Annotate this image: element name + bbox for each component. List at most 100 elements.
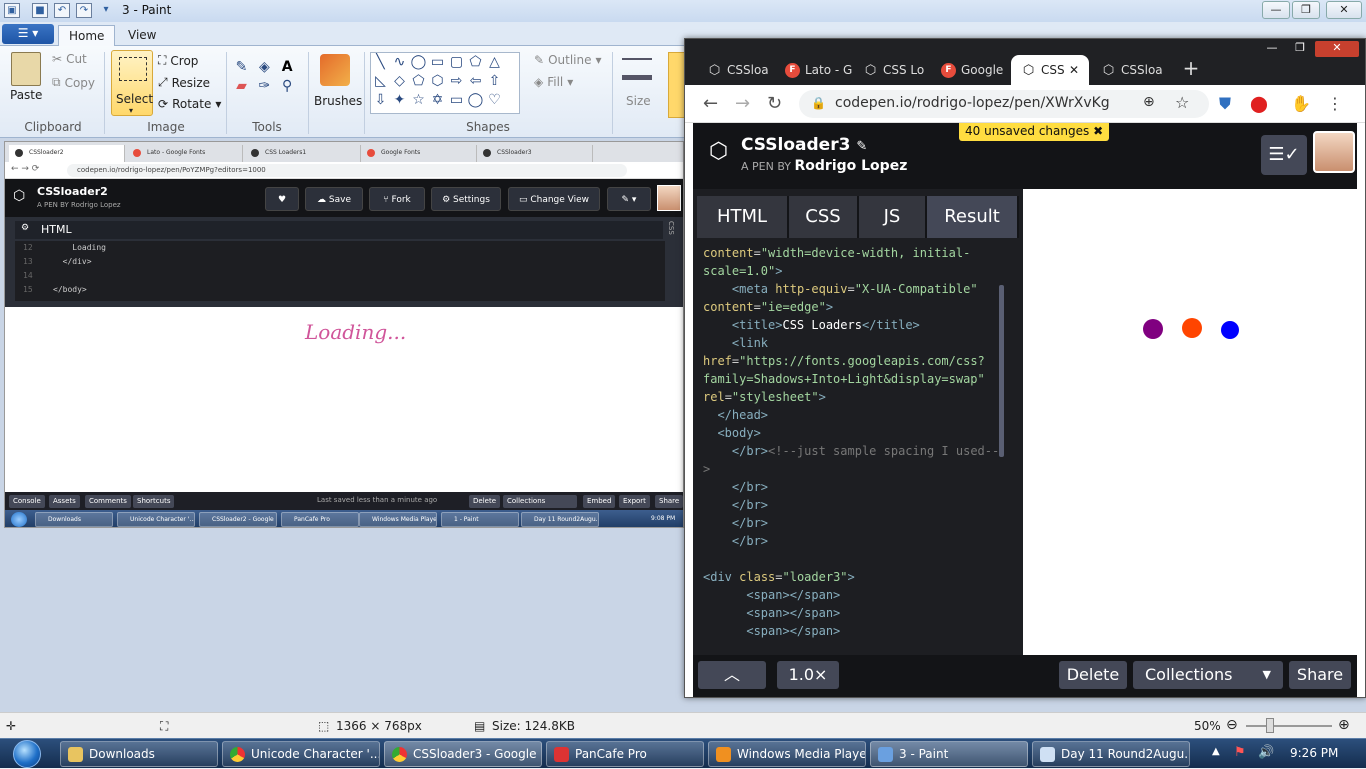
file-menu-button[interactable]: ☰ ▾: [2, 24, 54, 44]
volume-icon[interactable]: 🔊: [1258, 745, 1274, 760]
callout-oval-icon[interactable]: ◯: [466, 91, 485, 110]
four-point-star-icon[interactable]: ✦: [390, 91, 409, 110]
task-cssloader3[interactable]: CSSloader3 - Google ...: [384, 741, 542, 767]
close-button[interactable]: ✕: [1326, 1, 1362, 19]
edit-pencil-icon[interactable]: ✎: [856, 139, 867, 154]
tab-home[interactable]: Home: [58, 25, 116, 46]
rectangle-icon[interactable]: ▭: [428, 53, 447, 72]
brushes-button[interactable]: Brushes: [314, 52, 362, 118]
right-triangle-icon[interactable]: ◺: [371, 72, 390, 91]
pencil-icon[interactable]: ✎: [232, 58, 251, 77]
minimize-button[interactable]: —: [1262, 1, 1290, 19]
six-point-star-icon[interactable]: ✡: [428, 91, 447, 110]
chrome-tab[interactable]: F Lato - G: [775, 55, 853, 85]
share-button[interactable]: Share: [1289, 661, 1351, 689]
delete-button[interactable]: Delete: [1059, 661, 1127, 689]
callout-rect-icon[interactable]: ▭: [447, 91, 466, 110]
zoom-out-button[interactable]: ⊖: [1226, 717, 1238, 733]
new-tab-button[interactable]: +: [1179, 57, 1203, 81]
rounded-rect-icon[interactable]: ▢: [447, 53, 466, 72]
line-icon[interactable]: ╲: [371, 53, 390, 72]
copy-button[interactable]: ⧉ Copy: [52, 75, 95, 90]
zoom-icon[interactable]: ⊕: [1143, 94, 1155, 110]
heart-icon[interactable]: ♡: [485, 91, 504, 110]
extension-icon[interactable]: ✋: [1291, 94, 1311, 113]
fill-button[interactable]: ◈ Fill ▾: [534, 75, 573, 89]
bookmark-star-icon[interactable]: ☆: [1175, 93, 1189, 112]
forward-icon[interactable]: →: [735, 93, 750, 114]
triangle-icon[interactable]: △: [485, 53, 504, 72]
html-code[interactable]: content="width=device-width, initial- sc…: [703, 244, 1003, 652]
eraser-icon[interactable]: ▰: [232, 77, 251, 96]
clock[interactable]: 9:26 PM: [1290, 746, 1338, 760]
cut-button[interactable]: ✂ Cut: [52, 52, 87, 66]
color-picker-icon[interactable]: ✑: [255, 77, 274, 96]
tab-js[interactable]: JS: [859, 196, 927, 238]
crop-button[interactable]: ⛶ Crop: [158, 53, 198, 68]
chrome-tab[interactable]: ⬡ CSSloa: [1091, 55, 1169, 85]
minimize-button[interactable]: —: [1259, 41, 1285, 57]
collections-button[interactable]: Collections ▼: [1133, 661, 1283, 689]
paint-app-icon[interactable]: ▣: [4, 3, 20, 18]
address-bar[interactable]: 🔒 codepen.io/rodrigo-lopez/pen/XWrXvKg ⊕…: [799, 90, 1209, 118]
zoom-button[interactable]: 1.0×: [777, 661, 839, 689]
right-arrow-icon[interactable]: ⇨: [447, 72, 466, 91]
five-point-star-icon[interactable]: ☆: [409, 91, 428, 110]
task-downloads[interactable]: Downloads: [60, 741, 218, 767]
collapse-up-button[interactable]: ︿: [698, 661, 766, 689]
diamond-icon[interactable]: ◇: [390, 72, 409, 91]
oval-icon[interactable]: ◯: [409, 53, 428, 72]
task-pancafe[interactable]: PanCafe Pro: [546, 741, 704, 767]
save-icon[interactable]: ■: [32, 3, 48, 18]
chrome-tab[interactable]: F Google: [931, 55, 1009, 85]
down-arrow-icon[interactable]: ⇩: [371, 91, 390, 110]
task-document[interactable]: Day 11 Round2Augu...: [1032, 741, 1190, 767]
result-preview[interactable]: [1025, 189, 1355, 655]
close-tab-icon[interactable]: ✕: [1069, 63, 1079, 77]
shield-icon[interactable]: ⛊: [1215, 94, 1235, 114]
hexagon-icon[interactable]: ⬡: [428, 72, 447, 91]
back-icon[interactable]: ←: [703, 93, 718, 114]
canvas-image[interactable]: CSSloader2 Lato - Google Fonts CSS Loade…: [4, 141, 684, 528]
tray-expand-icon[interactable]: ▲: [1212, 746, 1220, 757]
polygon-icon[interactable]: ⬠: [466, 53, 485, 72]
curve-icon[interactable]: ∿: [390, 53, 409, 72]
tab-view[interactable]: View: [118, 25, 166, 46]
up-arrow-icon[interactable]: ⇧: [485, 72, 504, 91]
tab-result[interactable]: Result: [927, 196, 1019, 238]
paste-button[interactable]: Paste: [10, 52, 42, 102]
zoom-slider-track[interactable]: [1246, 725, 1332, 727]
pentagon-icon[interactable]: ⬠: [409, 72, 428, 91]
close-button[interactable]: ✕: [1315, 41, 1359, 57]
zoom-in-button[interactable]: ⊕: [1338, 717, 1350, 733]
tab-css[interactable]: CSS: [789, 196, 859, 238]
chrome-tab[interactable]: ⬡ CSSloa: [697, 55, 775, 85]
resize-button[interactable]: ⤢ Resize: [158, 75, 210, 90]
shapes-gallery[interactable]: ╲ ∿ ◯ ▭ ▢ ⬠ △ ◺ ◇ ⬠ ⬡ ⇨ ⇦ ⇧ ⇩ ✦ ☆ ✡ ▭ ◯ ♡: [370, 52, 520, 114]
pen-title[interactable]: CSSloader3 ✎: [741, 135, 867, 155]
change-view-button[interactable]: ☰✓: [1261, 135, 1307, 175]
redo-icon[interactable]: ↷: [76, 3, 92, 18]
customize-icon[interactable]: ▾: [98, 3, 114, 18]
task-media-player[interactable]: Windows Media Player: [708, 741, 866, 767]
chrome-tab-active[interactable]: ⬡ CSS ✕: [1011, 55, 1089, 85]
menu-dots-icon[interactable]: ⋮: [1325, 94, 1345, 113]
maximize-button[interactable]: ❐: [1287, 41, 1313, 57]
undo-icon[interactable]: ↶: [54, 3, 70, 18]
tab-html[interactable]: HTML: [697, 196, 789, 238]
action-center-icon[interactable]: ⚑: [1234, 745, 1246, 760]
left-arrow-icon[interactable]: ⇦: [466, 72, 485, 91]
avatar[interactable]: [1313, 131, 1355, 173]
start-button[interactable]: [4, 739, 52, 769]
task-paint[interactable]: 3 - Paint: [870, 741, 1028, 767]
chrome-tab[interactable]: ⬡ CSS Lo: [853, 55, 931, 85]
outline-button[interactable]: ✎ Outline ▾: [534, 53, 602, 67]
unsaved-changes-badge[interactable]: 40 unsaved changes ✖: [959, 123, 1110, 141]
magnifier-icon[interactable]: ⚲: [278, 77, 297, 96]
close-icon[interactable]: ✖: [1093, 124, 1103, 138]
select-button[interactable]: Select ▾: [111, 50, 153, 116]
zoom-slider-thumb[interactable]: [1266, 718, 1274, 733]
reload-icon[interactable]: ↻: [767, 93, 782, 114]
editor-scrollbar[interactable]: [999, 285, 1004, 457]
codepen-logo-icon[interactable]: ⬡: [709, 139, 735, 165]
